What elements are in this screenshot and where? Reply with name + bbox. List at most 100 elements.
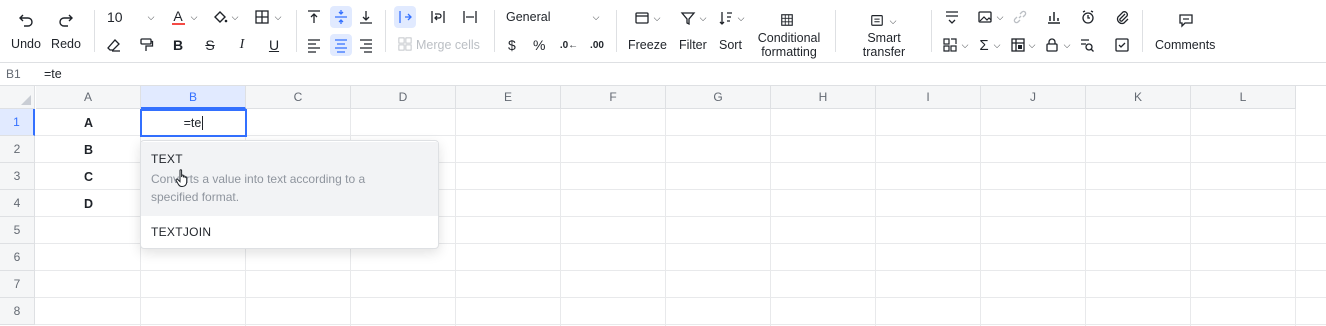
- merge-cells-icon[interactable]: [398, 37, 412, 51]
- chevron-down-icon[interactable]: ⌵: [991, 38, 1003, 52]
- italic-icon[interactable]: I: [234, 36, 250, 54]
- freeze-button[interactable]: Freeze: [628, 38, 667, 52]
- column-header-g[interactable]: G: [666, 86, 771, 109]
- image-icon[interactable]: [977, 9, 993, 25]
- divider: [931, 10, 932, 52]
- borders-icon[interactable]: [254, 9, 270, 25]
- row-header-2[interactable]: 2: [0, 136, 35, 163]
- find-replace-icon[interactable]: [1079, 37, 1095, 53]
- column-header-k[interactable]: K: [1086, 86, 1191, 109]
- link-icon[interactable]: [1012, 9, 1028, 25]
- percent-button[interactable]: %: [533, 38, 545, 52]
- strikethrough-icon[interactable]: S: [202, 36, 218, 54]
- pivot-table-icon[interactable]: [1010, 37, 1026, 53]
- column-header-b[interactable]: B: [141, 86, 246, 109]
- chevron-down-icon[interactable]: ⌵: [651, 11, 663, 25]
- alarm-icon[interactable]: [1080, 9, 1096, 25]
- sort-button[interactable]: Sort: [719, 38, 742, 52]
- column-header-h[interactable]: H: [771, 86, 876, 109]
- data-validation-icon[interactable]: [942, 37, 958, 53]
- font-color-icon[interactable]: A: [170, 8, 186, 26]
- chart-icon[interactable]: [1046, 9, 1062, 25]
- text-wrap-icon[interactable]: [430, 9, 446, 25]
- chevron-down-icon[interactable]: ⌵: [1026, 38, 1038, 52]
- currency-button[interactable]: $: [508, 38, 516, 52]
- row-header-7[interactable]: 7: [0, 271, 35, 298]
- cell-a2[interactable]: B: [36, 136, 141, 163]
- text-overflow-icon[interactable]: [394, 6, 416, 28]
- undo-icon[interactable]: [16, 10, 36, 30]
- align-center-icon[interactable]: [330, 34, 352, 56]
- freeze-icon[interactable]: [634, 10, 650, 26]
- sort-icon[interactable]: [718, 10, 734, 26]
- align-bottom-icon[interactable]: [358, 9, 374, 25]
- insert-row-icon[interactable]: [944, 9, 960, 25]
- increase-decimal-icon[interactable]: .00: [587, 37, 607, 53]
- clear-format-icon[interactable]: [106, 37, 122, 53]
- autocomplete-item-textjoin[interactable]: TEXTJOIN: [141, 225, 438, 247]
- chevron-down-icon[interactable]: ⌵: [735, 11, 747, 25]
- chevron-down-icon[interactable]: ⌵: [590, 10, 602, 24]
- chevron-down-icon[interactable]: ⌵: [1061, 38, 1073, 52]
- row-header-4[interactable]: 4: [0, 190, 35, 217]
- comments-button[interactable]: Comments: [1155, 38, 1215, 52]
- column-header-a[interactable]: A: [36, 86, 141, 109]
- attachment-icon[interactable]: [1114, 9, 1130, 25]
- column-header-f[interactable]: F: [561, 86, 666, 109]
- cell-a3[interactable]: C: [36, 163, 141, 190]
- align-left-icon[interactable]: [306, 37, 322, 53]
- column-header-d[interactable]: D: [351, 86, 456, 109]
- chevron-down-icon[interactable]: ⌵: [887, 14, 899, 28]
- row-header-6[interactable]: 6: [0, 244, 35, 271]
- filter-button[interactable]: Filter: [679, 38, 707, 52]
- chevron-down-icon[interactable]: ⌵: [994, 10, 1006, 24]
- row-header-5[interactable]: 5: [0, 217, 35, 244]
- chevron-down-icon[interactable]: ⌵: [145, 10, 157, 24]
- row-header-8[interactable]: 8: [0, 298, 35, 325]
- number-format-select[interactable]: General: [506, 10, 550, 24]
- sum-icon[interactable]: Σ: [977, 36, 991, 54]
- active-cell-b1[interactable]: =te: [140, 109, 247, 137]
- undo-button[interactable]: Undo: [10, 37, 42, 51]
- chevron-down-icon[interactable]: ⌵: [272, 10, 284, 24]
- cell-a1[interactable]: A: [36, 109, 141, 136]
- conditional-formatting-icon[interactable]: [780, 13, 794, 27]
- chevron-down-icon[interactable]: ⌵: [959, 38, 971, 52]
- smart-transfer-icon[interactable]: [870, 13, 884, 27]
- formula-input[interactable]: =te: [44, 67, 62, 81]
- column-header-c[interactable]: C: [246, 86, 351, 109]
- merge-cells-button[interactable]: Merge cells: [416, 38, 480, 52]
- fill-color-icon[interactable]: [211, 9, 229, 25]
- cell-a4[interactable]: D: [36, 190, 141, 217]
- cell-reference[interactable]: B1: [6, 67, 21, 81]
- bold-icon[interactable]: B: [170, 36, 186, 54]
- column-header-j[interactable]: J: [981, 86, 1086, 109]
- align-right-icon[interactable]: [358, 37, 374, 53]
- font-size-select[interactable]: 10: [107, 10, 123, 24]
- smart-transfer-button[interactable]: Smart transfer: [859, 31, 909, 59]
- align-top-icon[interactable]: [306, 9, 322, 25]
- column-header-i[interactable]: I: [876, 86, 981, 109]
- filter-icon[interactable]: [680, 10, 696, 26]
- gridline: [1190, 109, 1191, 326]
- column-header-l[interactable]: L: [1191, 86, 1296, 109]
- row-header-3[interactable]: 3: [0, 163, 35, 190]
- decrease-decimal-icon[interactable]: .0←: [560, 37, 578, 53]
- checkbox-icon[interactable]: [1114, 37, 1130, 53]
- row-header-1[interactable]: 1: [0, 109, 35, 136]
- conditional-formatting-button[interactable]: Conditional formatting: [757, 31, 821, 59]
- select-all-corner[interactable]: [0, 86, 35, 109]
- format-painter-icon[interactable]: [138, 37, 154, 53]
- text-clip-icon[interactable]: [462, 9, 478, 25]
- redo-icon[interactable]: [56, 10, 76, 30]
- underline-icon[interactable]: U: [266, 36, 282, 54]
- lock-icon[interactable]: [1044, 37, 1060, 53]
- chevron-down-icon[interactable]: ⌵: [229, 10, 241, 24]
- divider: [494, 10, 495, 52]
- align-middle-icon[interactable]: [330, 6, 352, 28]
- chevron-down-icon[interactable]: ⌵: [188, 10, 200, 24]
- comment-icon[interactable]: [1178, 12, 1194, 28]
- column-header-e[interactable]: E: [456, 86, 561, 109]
- redo-button[interactable]: Redo: [50, 37, 82, 51]
- chevron-down-icon[interactable]: ⌵: [697, 11, 709, 25]
